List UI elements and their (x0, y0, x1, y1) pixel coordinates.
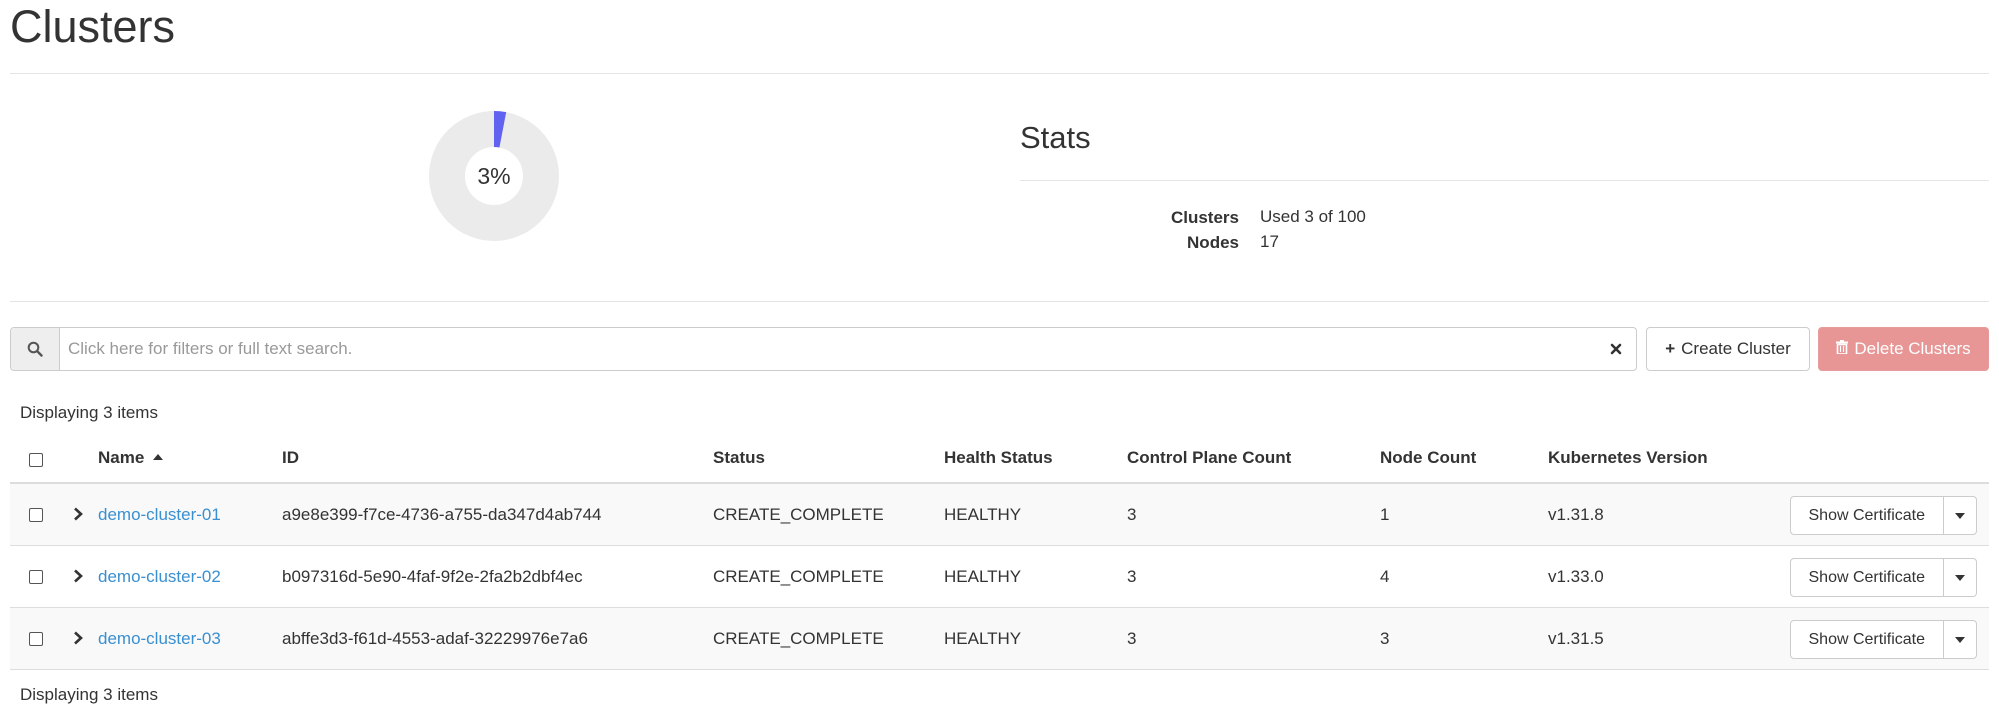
cluster-name-link[interactable]: demo-cluster-01 (98, 484, 221, 545)
donut-percent-label: 3% (477, 163, 511, 189)
table-header: Name ID Status Health Status Control Pla… (10, 433, 1989, 484)
actions-dropdown-toggle[interactable] (1944, 558, 1977, 597)
cluster-id: abffe3d3-f61d-4553-adaf-32229976e7a6 (282, 629, 588, 648)
cluster-node-count: 4 (1380, 567, 1390, 586)
show-certificate-button[interactable]: Show Certificate (1789, 620, 1944, 659)
cluster-id: b097316d-5e90-4faf-9f2e-2fa2b2dbf4ec (282, 567, 583, 586)
caret-down-icon (1955, 512, 1965, 519)
divider (10, 301, 1989, 302)
column-header-status[interactable]: Status (713, 433, 765, 482)
cluster-id: a9e8e399-f7ce-4736-a755-da347d4ab744 (282, 505, 602, 524)
cluster-cp-count: 3 (1127, 629, 1137, 648)
trash-icon (1836, 339, 1849, 359)
stat-label-nodes: Nodes (1187, 233, 1239, 252)
create-cluster-label: Create Cluster (1681, 339, 1791, 358)
sort-asc-icon (153, 454, 164, 460)
usage-donut-chart: 3% (429, 111, 559, 241)
delete-clusters-label: Delete Clusters (1854, 339, 1971, 358)
cluster-name-link[interactable]: demo-cluster-03 (98, 608, 221, 669)
cluster-status: CREATE_COMPLETE (713, 567, 884, 586)
chevron-right-icon[interactable] (71, 569, 85, 583)
stat-value-nodes: 17 (1260, 232, 1279, 251)
table-row: demo-cluster-01 a9e8e399-f7ce-4736-a755-… (10, 484, 1989, 546)
row-actions: Show Certificate (1789, 620, 1977, 659)
clusters-table: Name ID Status Health Status Control Pla… (10, 433, 1989, 670)
cluster-name-link[interactable]: demo-cluster-02 (98, 546, 221, 607)
search-input[interactable] (60, 328, 1596, 370)
row-checkbox[interactable] (29, 570, 43, 584)
cluster-health: HEALTHY (944, 629, 1022, 648)
page-title: Clusters (10, 1, 176, 52)
cluster-health: HEALTHY (944, 567, 1022, 586)
table-row: demo-cluster-03 abffe3d3-f61d-4553-adaf-… (10, 608, 1989, 670)
column-header-k8s-version[interactable]: Kubernetes Version (1548, 433, 1708, 482)
create-cluster-button[interactable]: + Create Cluster (1646, 327, 1810, 371)
cluster-cp-count: 3 (1127, 505, 1137, 524)
row-checkbox[interactable] (29, 632, 43, 646)
cluster-k8s-version: v1.33.0 (1548, 567, 1604, 586)
column-header-cp-count[interactable]: Control Plane Count (1127, 433, 1291, 482)
column-header-name[interactable]: Name (98, 433, 164, 482)
cluster-cp-count: 3 (1127, 567, 1137, 586)
chevron-right-icon[interactable] (71, 507, 85, 521)
row-actions: Show Certificate (1789, 496, 1977, 535)
close-icon[interactable] (1596, 328, 1636, 370)
delete-clusters-button[interactable]: Delete Clusters (1818, 327, 1989, 371)
chevron-right-icon[interactable] (71, 631, 85, 645)
actions-dropdown-toggle[interactable] (1944, 496, 1977, 535)
cluster-health: HEALTHY (944, 505, 1022, 524)
item-count-bottom: Displaying 3 items (20, 685, 158, 704)
actions-dropdown-toggle[interactable] (1944, 620, 1977, 659)
caret-down-icon (1955, 574, 1965, 581)
cluster-k8s-version: v1.31.5 (1548, 629, 1604, 648)
search-icon[interactable] (11, 328, 60, 370)
stat-value-clusters: Used 3 of 100 (1260, 207, 1366, 226)
column-header-id[interactable]: ID (282, 433, 299, 482)
column-header-health[interactable]: Health Status (944, 433, 1053, 482)
select-all-checkbox[interactable] (29, 453, 43, 467)
cluster-status: CREATE_COMPLETE (713, 505, 884, 524)
search-bar (10, 327, 1637, 371)
stat-label-clusters: Clusters (1170, 208, 1239, 227)
column-header-name-label: Name (98, 448, 145, 467)
column-header-node-count[interactable]: Node Count (1380, 433, 1476, 482)
caret-down-icon (1955, 636, 1965, 643)
plus-icon: + (1665, 339, 1676, 358)
cluster-status: CREATE_COMPLETE (713, 629, 884, 648)
divider (10, 73, 1989, 74)
row-actions: Show Certificate (1789, 558, 1977, 597)
table-row: demo-cluster-02 b097316d-5e90-4faf-9f2e-… (10, 546, 1989, 608)
cluster-node-count: 1 (1380, 505, 1390, 524)
show-certificate-button[interactable]: Show Certificate (1789, 496, 1944, 535)
divider (1020, 180, 1989, 181)
cluster-k8s-version: v1.31.8 (1548, 505, 1604, 524)
show-certificate-button[interactable]: Show Certificate (1789, 558, 1944, 597)
stats-title: Stats (1020, 120, 1091, 155)
row-checkbox[interactable] (29, 508, 43, 522)
item-count-top: Displaying 3 items (20, 403, 158, 422)
cluster-node-count: 3 (1380, 629, 1390, 648)
